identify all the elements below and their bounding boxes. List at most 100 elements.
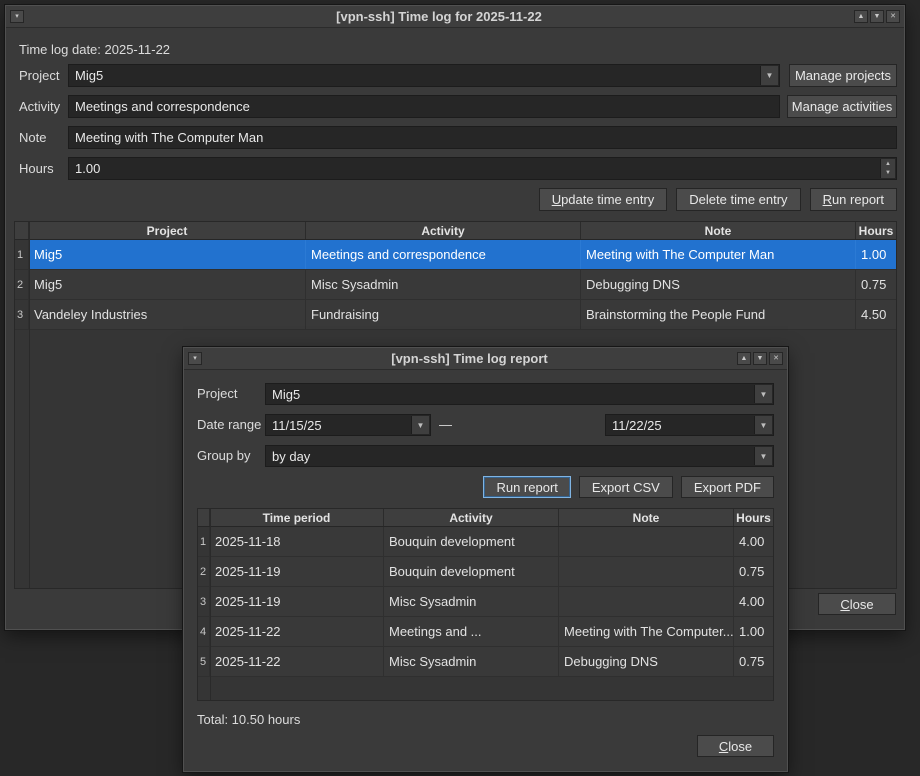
col-header-activity[interactable]: Activity (384, 509, 559, 526)
col-header-time-period[interactable]: Time period (210, 509, 384, 526)
report-window: ▾ [vpn-ssh] Time log report ▲ ▼ ✕ Projec… (183, 347, 788, 772)
report-project-combobox-value: Mig5 (272, 387, 300, 402)
chevron-down-icon[interactable]: ▼ (411, 416, 429, 434)
chevron-down-icon[interactable]: ▼ (754, 447, 772, 465)
activity-label: Activity (19, 95, 60, 118)
iconify-icon[interactable]: ▼ (870, 10, 884, 23)
activity-input[interactable]: Meetings and correspondence (68, 95, 780, 118)
main-action-buttons: Update time entry Delete time entry Run … (539, 188, 897, 211)
cell-time-period: 2025-11-22 (210, 647, 384, 676)
cell-project: Mig5 (29, 240, 306, 269)
chevron-down-icon[interactable]: ▼ (754, 416, 772, 434)
main-window-title: [vpn-ssh] Time log for 2025-11-22 (28, 9, 850, 24)
cell-hours: 0.75 (734, 557, 773, 586)
table-row[interactable]: 4 2025-11-22 Meetings and ... Meeting wi… (198, 617, 773, 647)
cell-activity: Misc Sysadmin (306, 270, 581, 299)
row-number: 5 (198, 647, 210, 676)
update-time-entry-label: Update time entry (552, 192, 655, 207)
row-number: 1 (198, 527, 210, 556)
cell-activity: Misc Sysadmin (384, 647, 559, 676)
group-by-label: Group by (197, 445, 250, 467)
row-number: 2 (198, 557, 210, 586)
project-label: Project (19, 64, 59, 87)
cell-hours: 1.00 (734, 617, 773, 646)
table-row[interactable]: 1 2025-11-18 Bouquin development 4.00 (198, 527, 773, 557)
note-input-value: Meeting with The Computer Man (75, 130, 263, 145)
cell-hours: 4.50 (856, 300, 896, 329)
iconify-icon[interactable]: ▼ (753, 352, 767, 365)
note-input[interactable]: Meeting with The Computer Man (68, 126, 897, 149)
chevron-down-icon[interactable]: ▼ (754, 385, 772, 403)
spinner-buttons: ▲ ▼ (880, 159, 895, 178)
table-row[interactable]: 3 Vandeley Industries Fundraising Brains… (15, 300, 896, 330)
report-window-title: [vpn-ssh] Time log report (206, 351, 733, 366)
table-row[interactable]: 3 2025-11-19 Misc Sysadmin 4.00 (198, 587, 773, 617)
manage-projects-button[interactable]: Manage projects (789, 64, 897, 87)
date-range-separator: — (439, 414, 452, 436)
col-header-hours[interactable]: Hours (734, 509, 773, 526)
project-combobox-value: Mig5 (75, 68, 103, 83)
main-titlebar[interactable]: ▾ [vpn-ssh] Time log for 2025-11-22 ▲ ▼ … (6, 6, 904, 28)
table-row[interactable]: 5 2025-11-22 Misc Sysadmin Debugging DNS… (198, 647, 773, 677)
cell-activity: Meetings and correspondence (306, 240, 581, 269)
row-number-header (15, 222, 29, 239)
run-report-label: Run report (823, 192, 884, 207)
chevron-down-icon[interactable]: ▼ (760, 66, 778, 85)
cell-note (559, 527, 734, 556)
main-close-button[interactable]: Close (818, 593, 896, 615)
shade-icon[interactable]: ▲ (737, 352, 751, 365)
hours-spinbox[interactable]: 1.00 ▲ ▼ (68, 157, 897, 180)
date-from-value: 11/15/25 (272, 418, 322, 433)
window-controls: ▲ ▼ ✕ (854, 10, 900, 23)
table-header-row: Project Activity Note Hours (15, 222, 896, 240)
table-row[interactable]: 2 Mig5 Misc Sysadmin Debugging DNS 0.75 (15, 270, 896, 300)
report-close-button[interactable]: Close (697, 735, 774, 757)
col-header-hours[interactable]: Hours (856, 222, 896, 239)
table-row[interactable]: 2 2025-11-19 Bouquin development 0.75 (198, 557, 773, 587)
delete-time-entry-button[interactable]: Delete time entry (676, 188, 800, 211)
col-header-note[interactable]: Note (559, 509, 734, 526)
manage-projects-label: Manage projects (795, 68, 891, 83)
activity-input-value: Meetings and correspondence (75, 99, 250, 114)
cell-activity: Misc Sysadmin (384, 587, 559, 616)
export-pdf-button[interactable]: Export PDF (681, 476, 774, 498)
hours-spinbox-value: 1.00 (75, 161, 100, 176)
report-project-combobox[interactable]: Mig5 ▼ (265, 383, 774, 405)
spin-down-icon[interactable]: ▼ (881, 169, 895, 179)
manage-activities-button[interactable]: Manage activities (787, 95, 897, 118)
close-icon[interactable]: ✕ (886, 10, 900, 23)
close-icon[interactable]: ✕ (769, 352, 783, 365)
run-report-button[interactable]: Run report (810, 188, 897, 211)
note-label: Note (19, 126, 46, 149)
shade-icon[interactable]: ▲ (854, 10, 868, 23)
report-action-buttons: Run report Export CSV Export PDF (483, 476, 774, 498)
col-header-activity[interactable]: Activity (306, 222, 581, 239)
window-menu-icon[interactable]: ▾ (10, 10, 24, 23)
spin-up-icon[interactable]: ▲ (881, 159, 895, 169)
cell-hours: 1.00 (856, 240, 896, 269)
report-close-label: Close (719, 739, 752, 754)
date-to-combobox[interactable]: 11/22/25 ▼ (605, 414, 774, 436)
group-by-combobox[interactable]: by day ▼ (265, 445, 774, 467)
cell-note: Debugging DNS (581, 270, 856, 299)
report-titlebar[interactable]: ▾ [vpn-ssh] Time log report ▲ ▼ ✕ (184, 348, 787, 370)
table-header-row: Time period Activity Note Hours (198, 509, 773, 527)
table-row[interactable]: 1 Mig5 Meetings and correspondence Meeti… (15, 240, 896, 270)
row-number-header (198, 509, 210, 526)
update-time-entry-button[interactable]: Update time entry (539, 188, 668, 211)
report-run-report-button[interactable]: Run report (483, 476, 570, 498)
time-log-date-label: Time log date: 2025-11-22 (19, 42, 170, 57)
window-controls: ▲ ▼ ✕ (737, 352, 783, 365)
project-combobox[interactable]: Mig5 ▼ (68, 64, 780, 87)
cell-hours: 4.00 (734, 527, 773, 556)
col-header-project[interactable]: Project (29, 222, 306, 239)
window-menu-icon[interactable]: ▾ (188, 352, 202, 365)
cell-note: Meeting with The Computer Man (581, 240, 856, 269)
col-header-note[interactable]: Note (581, 222, 856, 239)
date-from-combobox[interactable]: 11/15/25 ▼ (265, 414, 431, 436)
manage-activities-label: Manage activities (792, 99, 892, 114)
export-csv-button[interactable]: Export CSV (579, 476, 673, 498)
cell-activity: Bouquin development (384, 557, 559, 586)
report-project-label: Project (197, 383, 237, 405)
group-by-value: by day (272, 449, 310, 464)
